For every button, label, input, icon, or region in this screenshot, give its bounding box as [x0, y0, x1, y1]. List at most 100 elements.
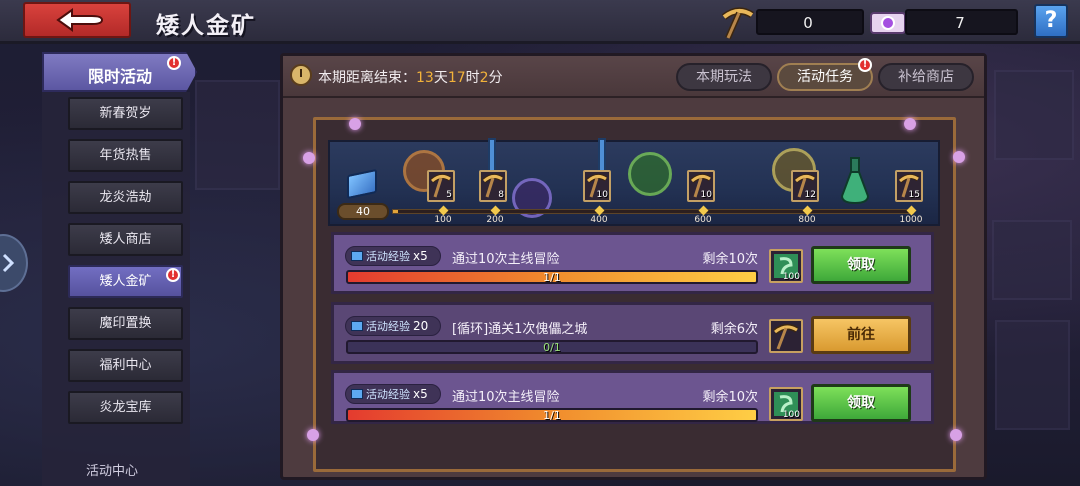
claim-button[interactable]: 领取 — [811, 246, 911, 284]
milestone-value: 600 — [694, 215, 712, 225]
task-exp-label: 活动经验 — [366, 388, 410, 401]
task-exp-tag: 活动经验 x5 — [345, 384, 441, 404]
task-exp-label: 活动经验 — [366, 320, 410, 333]
countdown-text: 本期距离结束：13天17时2分 — [318, 67, 503, 87]
milestone-reward-slot[interactable]: 12 — [791, 170, 819, 202]
minutes-unit: 分 — [488, 70, 503, 86]
sidebar-item-label: 福利中心 — [99, 358, 152, 373]
sidebar-header-badge: ! — [167, 56, 181, 70]
sidebar-item-label: 新春贺岁 — [99, 106, 152, 121]
milestone-reward-slot[interactable]: 10 — [687, 170, 715, 202]
hours-unit: 时 — [465, 70, 480, 86]
milestone-reward-count: 5 — [446, 190, 452, 200]
frame-orb-decoration — [349, 118, 361, 130]
task-exp-amount: x5 — [413, 249, 428, 263]
help-button[interactable]: ? — [1034, 4, 1068, 38]
sidebar-header-label: 限时活动 — [88, 67, 153, 86]
milestone-value: 800 — [798, 215, 816, 225]
claim-button[interactable]: 领取 — [811, 384, 911, 422]
task-progress-bar: 1/1 — [346, 408, 758, 422]
milestone-reward-count: 10 — [596, 190, 608, 200]
sidebar-item-spring-festival[interactable]: 新春贺岁 — [68, 97, 183, 130]
frame-orb-decoration — [307, 429, 319, 441]
task-reward-slot[interactable]: 100 — [769, 387, 803, 421]
sidebar-item-label: 年货热售 — [99, 148, 152, 163]
exp-progress-track — [392, 209, 914, 214]
task-remaining: 剩余10次 — [702, 252, 758, 267]
gem-ticket-icon — [870, 12, 906, 34]
milestone-reward-slot[interactable]: 8 — [479, 170, 507, 202]
sidebar-item-seal-exchange[interactable]: 魔印置换 — [68, 307, 183, 340]
milestone-value: 400 — [590, 215, 608, 225]
clock-icon — [290, 64, 312, 86]
sidebar-item-badge: ! — [166, 268, 180, 282]
sidebar-item-label: 龙炎浩劫 — [99, 190, 152, 205]
task-progress-bar: 1/1 — [346, 270, 758, 284]
current-exp-value: 40 — [337, 203, 389, 220]
milestone-value: 100 — [434, 215, 452, 225]
frame-orb-decoration — [303, 152, 315, 164]
page-title: 矮人金矿 — [156, 13, 256, 39]
milestone-reward-slot[interactable]: 10 — [583, 170, 611, 202]
task-reward-slot[interactable]: 100 — [769, 249, 803, 283]
chevron-right-icon — [2, 253, 14, 273]
countdown-prefix: 本期距离结束： — [318, 70, 416, 86]
tab-supply-shop[interactable]: 补给商店 — [878, 63, 974, 91]
help-icon: ? — [1044, 8, 1058, 33]
sidebar-item-welfare-center[interactable]: 福利中心 — [68, 349, 183, 382]
pickaxe-icon — [773, 324, 799, 350]
task-progress-bar: 0/1 — [346, 340, 758, 354]
sidebar-item-dragon-flame[interactable]: 龙炎浩劫 — [68, 181, 183, 214]
background-tile — [195, 80, 280, 190]
frame-orb-decoration — [953, 151, 965, 163]
sidebar-item-label: 矮人商店 — [99, 232, 152, 247]
task-reward-slot[interactable] — [769, 319, 803, 353]
background-tile — [995, 320, 1070, 430]
task-exp-amount: 20 — [413, 319, 429, 333]
pickaxe-count: 0 — [803, 14, 813, 32]
milestone-reward-count: 12 — [804, 190, 816, 200]
goto-button[interactable]: 前往 — [811, 316, 911, 354]
countdown-days: 13 — [416, 70, 434, 86]
task-progress-text: 0/1 — [543, 341, 561, 354]
task-description: 通过10次主线冒险 — [452, 252, 560, 267]
countdown-minutes: 2 — [479, 70, 489, 86]
task-description: [循环]通关1次傀儡之城 — [452, 322, 588, 337]
pickaxe-icon — [721, 7, 754, 40]
task-exp-tag: 活动经验 x5 — [345, 246, 441, 266]
exp-progress-fill — [393, 210, 399, 213]
milestone-reward-count: 8 — [498, 190, 504, 200]
sidebar-item-dwarf-shop[interactable]: 矮人商店 — [68, 223, 183, 256]
task-remaining: 剩余6次 — [710, 322, 758, 337]
rune-circle-decoration — [628, 152, 672, 196]
potion-flask-icon — [840, 157, 870, 205]
back-button[interactable] — [23, 2, 131, 38]
tab-badge: ! — [858, 58, 872, 72]
gem-ticket-counter: 7 — [905, 9, 1018, 35]
frame-orb-decoration — [904, 118, 916, 130]
exp-book-icon — [351, 251, 363, 261]
task-reward-count: 100 — [782, 272, 800, 282]
tab-current-gameplay[interactable]: 本期玩法 — [676, 63, 772, 91]
task-exp-label: 活动经验 — [366, 250, 410, 263]
days-unit: 天 — [433, 70, 448, 86]
background-tile — [992, 220, 1072, 300]
task-progress-text: 1/1 — [543, 409, 561, 422]
task-reward-count: 100 — [782, 410, 800, 420]
milestone-value: 1000 — [899, 215, 923, 225]
gem-ticket-count: 7 — [955, 14, 965, 32]
task-remaining: 剩余10次 — [702, 390, 758, 405]
sidebar-item-label: 炎龙宝库 — [99, 400, 152, 415]
sidebar-item-label: 矮人金矿 — [99, 274, 152, 289]
sidebar-item-dwarf-gold-mine[interactable]: 矮人金矿 — [68, 265, 183, 298]
milestone-reward-slot[interactable]: 5 — [427, 170, 455, 202]
task-description: 通过10次主线冒险 — [452, 390, 560, 405]
milestone-reward-count: 10 — [700, 190, 712, 200]
milestone-reward-slot[interactable]: 15 — [895, 170, 923, 202]
sidebar-item-dragon-vault[interactable]: 炎龙宝库 — [68, 391, 183, 424]
countdown-hours: 17 — [447, 70, 466, 86]
sidebar-item-activity-center[interactable]: 活动中心 — [86, 460, 138, 479]
sidebar-item-new-year-sale[interactable]: 年货热售 — [68, 139, 183, 172]
exp-book-icon — [351, 389, 363, 399]
task-exp-tag: 活动经验 20 — [345, 316, 441, 336]
